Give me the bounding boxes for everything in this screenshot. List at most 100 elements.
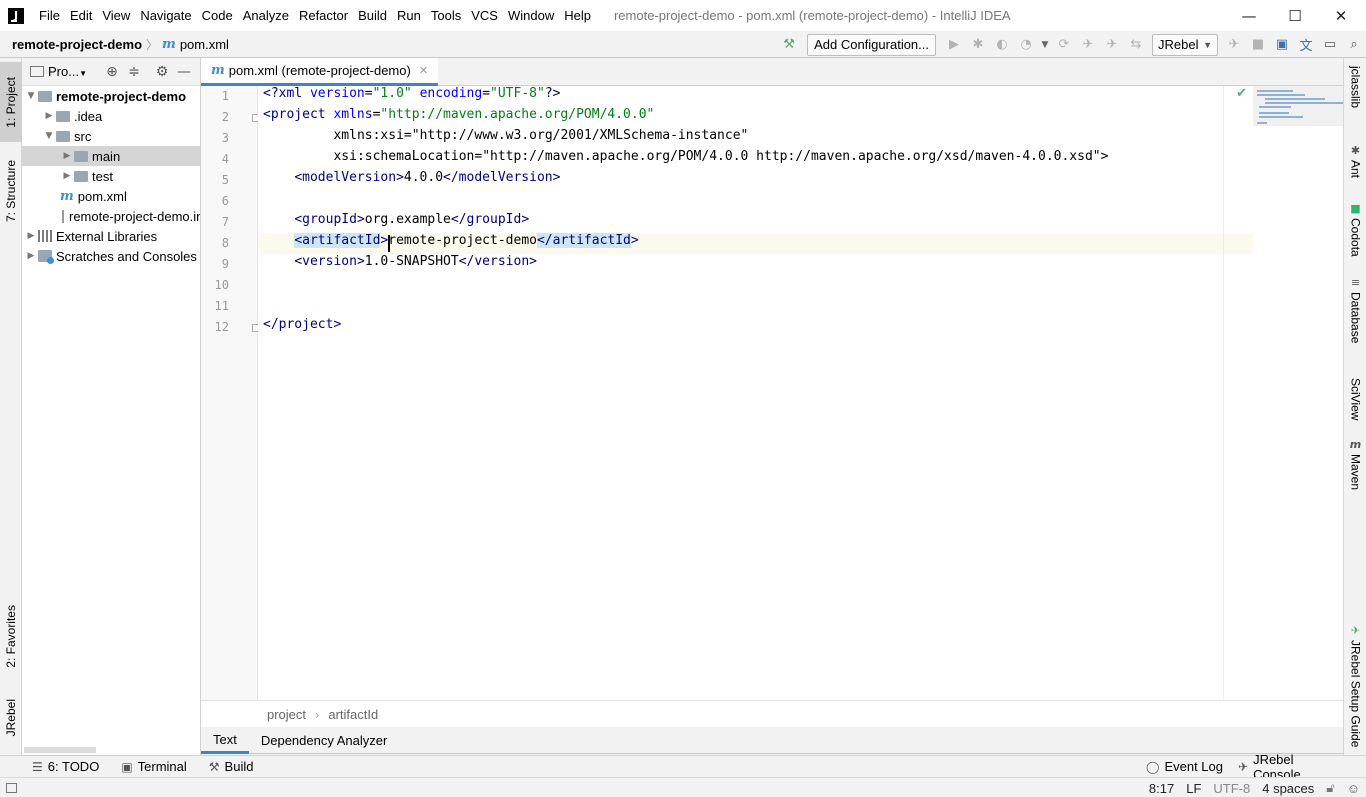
locate-target-icon[interactable]: ⊕ — [101, 64, 123, 80]
expand-arrow-icon[interactable]: ▼ — [24, 91, 38, 101]
run-icon[interactable]: ▶ — [942, 34, 966, 56]
menu-window[interactable]: Window — [503, 0, 559, 31]
presentation-icon[interactable]: ▭ — [1318, 34, 1342, 56]
search-icon[interactable]: ⌕ — [1342, 34, 1366, 56]
tool-tab-project[interactable]: 1: Project — [0, 62, 22, 142]
breadcrumb-project[interactable]: project — [267, 707, 306, 722]
nav-crumb-project[interactable]: remote-project-demo — [12, 37, 142, 52]
horizontal-scrollbar[interactable] — [24, 747, 96, 753]
tool-tab-maven[interactable]: m Maven — [1344, 438, 1366, 490]
project-view-dropdown[interactable]: Pro...▼ — [48, 64, 87, 79]
tree-item-pom[interactable]: m pom.xml — [22, 186, 200, 206]
code-minimap[interactable] — [1253, 86, 1343, 126]
jrebel-agent-icon[interactable]: ✈ — [1222, 34, 1246, 56]
status-bar-right: 8:17 LF UTF-8 4 spaces 🔓︎ ☺ — [1143, 778, 1366, 797]
tree-item-src[interactable]: ▼ src — [22, 126, 200, 146]
caret-position[interactable]: 8:17 — [1149, 781, 1174, 796]
todo-button[interactable]: ☰ 6: TODO — [32, 759, 99, 774]
menu-analyze[interactable]: Analyze — [238, 0, 294, 31]
update-icon[interactable]: ⇆ — [1124, 34, 1148, 56]
project-tree: ▼ remote-project-demo ▶ .idea ▼ src ▶ ma… — [22, 86, 200, 266]
file-encoding[interactable]: UTF-8 — [1213, 781, 1250, 796]
toggle-tool-windows-icon[interactable] — [6, 782, 17, 793]
collapse-arrow-icon[interactable]: ▶ — [42, 111, 56, 121]
build-hammer-icon[interactable]: ⚒ — [777, 34, 801, 56]
terminal-button[interactable]: ▣ Terminal — [121, 759, 186, 774]
tool-tab-structure[interactable]: 7: Structure — [0, 150, 22, 232]
minimap-line — [1257, 122, 1267, 124]
line-separator[interactable]: LF — [1186, 781, 1201, 796]
tree-item-project-root[interactable]: ▼ remote-project-demo — [22, 86, 200, 106]
profile-icon[interactable]: ◔ — [1014, 34, 1038, 56]
menu-refactor[interactable]: Refactor — [294, 0, 353, 31]
project-structure-icon[interactable]: ▣ — [1270, 34, 1294, 56]
collapse-arrow-icon[interactable]: ▶ — [60, 171, 74, 181]
translate-icon[interactable]: 文 — [1294, 34, 1318, 56]
tool-tab-database[interactable]: ≡ Database — [1344, 276, 1366, 343]
tool-tab-jrebel-setup-guide[interactable]: ✈ JRebel Setup Guide — [1344, 624, 1366, 747]
menu-navigate[interactable]: Navigate — [135, 0, 196, 31]
collapse-all-icon[interactable]: ≑ — [123, 64, 145, 80]
breadcrumb-artifactid[interactable]: artifactId — [328, 707, 378, 722]
iml-file-icon — [62, 209, 64, 223]
add-configuration-button[interactable]: Add Configuration... — [807, 33, 936, 56]
coverage-icon[interactable]: ◐ — [990, 34, 1014, 56]
build-button[interactable]: ⚒ Build — [209, 759, 254, 774]
menu-view[interactable]: View — [97, 0, 135, 31]
menu-vcs[interactable]: VCS — [466, 0, 503, 31]
status-bar: 8:17 LF UTF-8 4 spaces 🔓︎ ☺ — [0, 777, 1366, 797]
code-editor[interactable]: ✔ <?xml version="1.0" encoding="UTF-8"?>… — [258, 86, 1343, 700]
menu-edit[interactable]: Edit — [65, 0, 97, 31]
hide-panel-icon[interactable]: — — [173, 64, 195, 80]
gear-icon[interactable]: ⚙ — [151, 64, 173, 80]
tree-item-main[interactable]: ▶ main — [22, 146, 200, 166]
jrebel-debug-icon[interactable]: ✈ — [1100, 34, 1124, 56]
editor-tab-bar: m pom.xml (remote-project-demo) ✕ — [201, 58, 1343, 86]
folder-icon — [74, 150, 88, 162]
menu-code[interactable]: Code — [197, 0, 238, 31]
no-problems-check-icon[interactable]: ✔ — [1236, 86, 1247, 101]
tree-item-external-libraries[interactable]: ▶ External Libraries — [22, 226, 200, 246]
debug-icon[interactable]: ✱ — [966, 34, 990, 56]
jrebel-dropdown-label: JRebel — [1158, 37, 1199, 52]
chevron-down-icon[interactable]: ▼ — [1038, 34, 1052, 56]
hector-icon[interactable]: ☺ — [1347, 781, 1360, 796]
maximize-button[interactable]: ☐ — [1272, 0, 1318, 31]
tool-tab-jrebel[interactable]: JRebel — [0, 688, 22, 748]
tool-tab-favorites[interactable]: 2: Favorites — [0, 594, 22, 678]
tree-item-test[interactable]: ▶ test — [22, 166, 200, 186]
tab-dependency-analyzer[interactable]: Dependency Analyzer — [249, 727, 399, 754]
attach-icon[interactable]: ⟳ — [1052, 34, 1076, 56]
jrebel-dropdown[interactable]: JRebel ▼ — [1152, 33, 1218, 56]
close-window-button[interactable]: ✕ — [1318, 0, 1364, 31]
collapse-arrow-icon[interactable]: ▶ — [60, 151, 74, 161]
tree-item-scratches[interactable]: ▶ Scratches and Consoles — [22, 246, 200, 266]
menu-run[interactable]: Run — [392, 0, 426, 31]
close-tab-icon[interactable]: ✕ — [419, 64, 428, 77]
tree-item-idea[interactable]: ▶ .idea — [22, 106, 200, 126]
tool-tab-ant[interactable]: ✱ Ant — [1344, 144, 1366, 178]
editor-tab-pom[interactable]: m pom.xml (remote-project-demo) ✕ — [201, 58, 439, 86]
stop-icon[interactable]: ■ — [1246, 34, 1270, 56]
minimize-button[interactable]: — — [1226, 0, 1272, 31]
menu-tools[interactable]: Tools — [426, 0, 466, 31]
code-line: xmlns:xsi="http://www.w3.org/2001/XMLSch… — [333, 128, 749, 143]
menu-build[interactable]: Build — [353, 0, 392, 31]
event-log-button[interactable]: ◯ Event Log — [1146, 759, 1223, 774]
jrebel-run-icon[interactable]: ✈ — [1076, 34, 1100, 56]
tool-tab-jclasslib[interactable]: jclasslib — [1344, 66, 1366, 108]
menu-file[interactable]: File — [34, 0, 65, 31]
collapse-arrow-icon[interactable]: ▶ — [24, 231, 38, 241]
tool-tab-codota[interactable]: ■ Codota — [1344, 202, 1366, 257]
menu-help[interactable]: Help — [559, 0, 596, 31]
lock-icon[interactable]: 🔓︎ — [1326, 780, 1334, 796]
tab-text[interactable]: Text — [201, 727, 249, 754]
indent-setting[interactable]: 4 spaces — [1262, 781, 1314, 796]
tool-tab-sciview[interactable]: SciView — [1344, 378, 1366, 420]
tree-item-iml[interactable]: remote-project-demo.iml — [22, 206, 200, 226]
expand-arrow-icon[interactable]: ▼ — [42, 131, 56, 141]
nav-crumb-file[interactable]: pom.xml — [180, 37, 229, 52]
tool-tab-project-label: 1: Project — [4, 76, 18, 128]
folder-icon — [56, 110, 70, 122]
collapse-arrow-icon[interactable]: ▶ — [24, 251, 38, 261]
